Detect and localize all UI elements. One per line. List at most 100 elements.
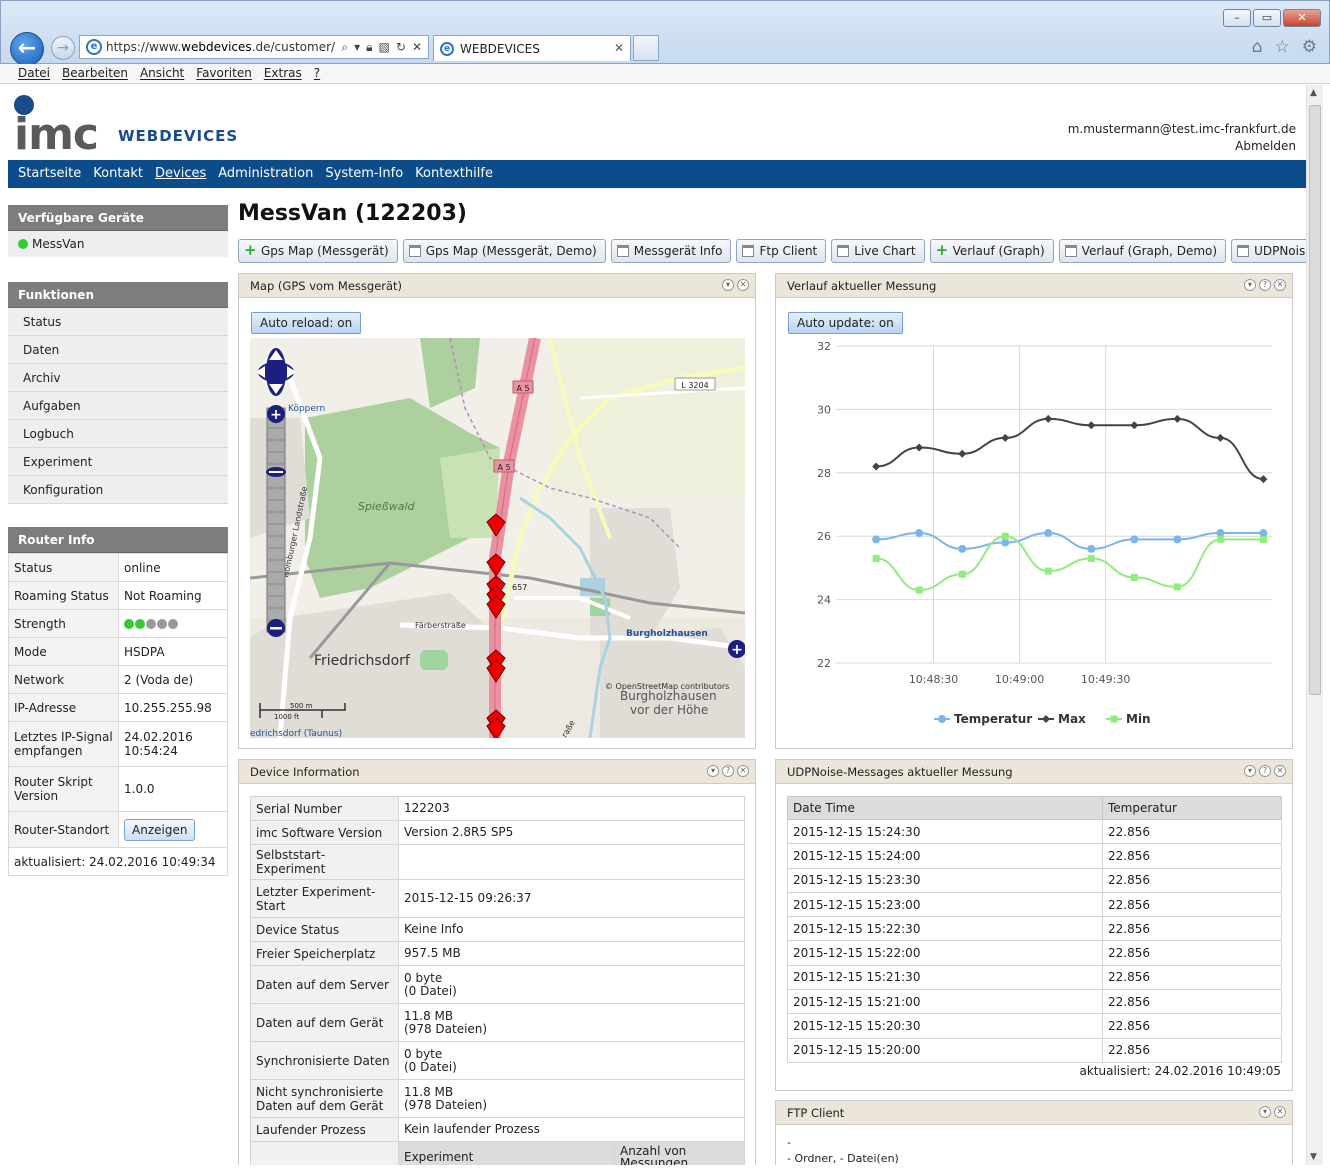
collapse-icon[interactable]: ▾ [1244, 279, 1256, 291]
devices-box: Verfügbare Geräte MessVan [8, 205, 228, 257]
scroll-up-icon[interactable]: ▲ [1310, 88, 1317, 98]
collapse-icon[interactable]: ▾ [1244, 765, 1256, 777]
legend-label[interactable]: Min [1126, 712, 1151, 726]
device-info-button[interactable]: Messgerät Info [610, 239, 732, 263]
back-button[interactable]: ← [10, 32, 44, 66]
function-status[interactable]: Status [8, 308, 228, 336]
logout-link[interactable]: Abmelden [1068, 138, 1296, 155]
nav-startseite[interactable]: Startseite [12, 160, 87, 188]
auto-reload-button[interactable]: Auto reload: on [251, 312, 362, 334]
function-archiv[interactable]: Archiv [8, 364, 228, 392]
udp-message-row: 2015-12-15 15:24:00 22.856 [787, 843, 1282, 869]
maximize-button[interactable]: ▭ [1253, 9, 1281, 27]
ftp-client-button[interactable]: Ftp Client [736, 239, 827, 263]
device-name: MessVan [32, 237, 85, 251]
map-canvas[interactable]: A 5 A 5 L 3204 657 Köppern Spießwald Fri… [250, 338, 745, 738]
function-experiment[interactable]: Experiment [8, 448, 228, 476]
nav-devices[interactable]: Devices [149, 160, 212, 188]
router-value: HSDPA [118, 637, 228, 666]
zoom-slider[interactable]: + [266, 405, 286, 637]
device-info-key: Freier Speicherplatz [250, 941, 399, 966]
history-chart[interactable]: 22 24 26 28 30 32 10:48:30 10:49:00 10:49:30 Temp… [776, 324, 1292, 744]
forward-button[interactable]: → [51, 36, 75, 60]
y-tick-label: 30 [817, 403, 831, 416]
gps-map[interactable]: A 5 A 5 L 3204 657 Köppern Spießwald Fri… [250, 338, 745, 738]
function-logbuch[interactable]: Logbuch [8, 420, 228, 448]
nav-kontexthilfe[interactable]: Kontexthilfe [409, 160, 499, 188]
imc-logo[interactable]: imc [14, 113, 99, 157]
collapse-icon[interactable]: ▾ [707, 765, 719, 777]
udp-column-header[interactable]: Date Time [787, 796, 1103, 820]
live-chart-button[interactable]: Live Chart [831, 239, 925, 263]
gps-map-demo-button[interactable]: Gps Map (Messgerät, Demo) [402, 239, 606, 263]
menu-ansicht[interactable]: Ansicht [134, 64, 190, 83]
address-bar[interactable]: e https://www.webdevices.de/customer/de … [79, 35, 429, 59]
menu-bearbeiten[interactable]: Bearbeiten [56, 64, 134, 83]
menu-datei[interactable]: Datei [12, 64, 56, 83]
udp-column-header[interactable]: Temperatur [1102, 796, 1282, 820]
data-point [1001, 433, 1010, 442]
measurements-column-header: Anzahl von Messungen [614, 1141, 745, 1165]
legend-label[interactable]: Max [1058, 712, 1086, 726]
nav-kontakt[interactable]: Kontakt [87, 160, 149, 188]
collapse-icon[interactable]: ▾ [1259, 1106, 1271, 1118]
legend-label[interactable]: Temperatur [954, 712, 1032, 726]
browser-tab[interactable]: e WEBDEVICES ✕ [433, 35, 631, 61]
scrollbar-thumb[interactable] [1309, 105, 1321, 695]
settings-gear-icon[interactable]: ⚙ [1302, 37, 1317, 57]
scroll-down-icon[interactable]: ▼ [1310, 1152, 1317, 1162]
router-info-title: Router Info [8, 527, 228, 553]
minimize-button[interactable]: – [1223, 9, 1251, 27]
close-tab-icon[interactable]: ✕ [614, 41, 624, 55]
refresh-icon[interactable]: ↻ [396, 40, 406, 55]
function-aufgaben[interactable]: Aufgaben [8, 392, 228, 420]
close-icon[interactable]: ✕ [1274, 1106, 1286, 1118]
history-graph-demo-button[interactable]: Verlauf (Graph, Demo) [1058, 239, 1227, 263]
gps-map-button[interactable]: + Gps Map (Messgerät) [238, 239, 398, 263]
menu-favoriten[interactable]: Favoriten [190, 64, 258, 83]
home-icon[interactable]: ⌂ [1252, 37, 1263, 57]
x-tick-label: 10:49:30 [1081, 673, 1130, 686]
layer-switcher-icon[interactable]: + [728, 640, 745, 658]
help-icon[interactable]: ? [1259, 765, 1271, 777]
history-graph-button[interactable]: + Verlauf (Graph) [929, 239, 1054, 263]
url-text[interactable]: https://www.webdevices.de/customer/de [106, 40, 335, 54]
compat-icon[interactable]: ▧ [379, 40, 390, 55]
menu-extras[interactable]: Extras [258, 64, 308, 83]
device-info-panel: Device Information ▾? ✕ Serial Number 1222… [238, 759, 756, 1165]
help-icon[interactable]: ? [1259, 279, 1271, 291]
nav-administration[interactable]: Administration [212, 160, 319, 188]
place-burgholzhausen: Burgholzhausen [620, 689, 717, 703]
data-point [1001, 538, 1010, 547]
close-icon[interactable]: ✕ [737, 279, 749, 291]
search-icon[interactable]: ⌕ [341, 40, 348, 55]
device-item-messvan[interactable]: MessVan [8, 231, 228, 257]
device-info-value: 11.8 MB (978 Dateien) [398, 1003, 745, 1042]
menu-help[interactable]: ? [308, 64, 326, 83]
data-point [1216, 433, 1225, 442]
router-value: 24.02.2016 10:54:24 [118, 721, 228, 767]
udp-cell: 22.856 [1102, 843, 1282, 869]
function-konfiguration[interactable]: Konfiguration [8, 476, 228, 504]
data-point [1087, 421, 1096, 430]
close-icon[interactable]: ✕ [1274, 765, 1286, 777]
close-icon[interactable]: ✕ [1274, 279, 1286, 291]
device-info-header: Device Information ▾? ✕ [239, 760, 755, 784]
udp-message-row: 2015-12-15 15:22:00 22.856 [787, 940, 1282, 966]
lock-icon[interactable]: 🔒︎ [366, 40, 372, 55]
new-tab-button[interactable] [633, 35, 659, 61]
udp-cell: 2015-12-15 15:24:30 [787, 818, 1103, 845]
dropdown-icon[interactable]: ▾ [354, 40, 360, 55]
show-location-button[interactable]: Anzeigen [124, 818, 196, 841]
close-icon[interactable]: ✕ [737, 765, 749, 777]
favorites-star-icon[interactable]: ☆ [1275, 37, 1290, 57]
function-daten[interactable]: Daten [8, 336, 228, 364]
page-scrollbar[interactable]: ▲ ▼ [1306, 85, 1323, 1165]
collapse-icon[interactable]: ▾ [722, 279, 734, 291]
stop-icon[interactable]: ✕ [412, 40, 422, 55]
nav-system-info[interactable]: System-Info [319, 160, 409, 188]
help-icon[interactable]: ? [722, 765, 734, 777]
logo-subtitle: WEBDEVICES [118, 127, 239, 145]
udpnoise-messages-button[interactable]: UDPNoise-Messages [1231, 239, 1306, 263]
close-window-button[interactable]: ✕ [1283, 9, 1321, 27]
